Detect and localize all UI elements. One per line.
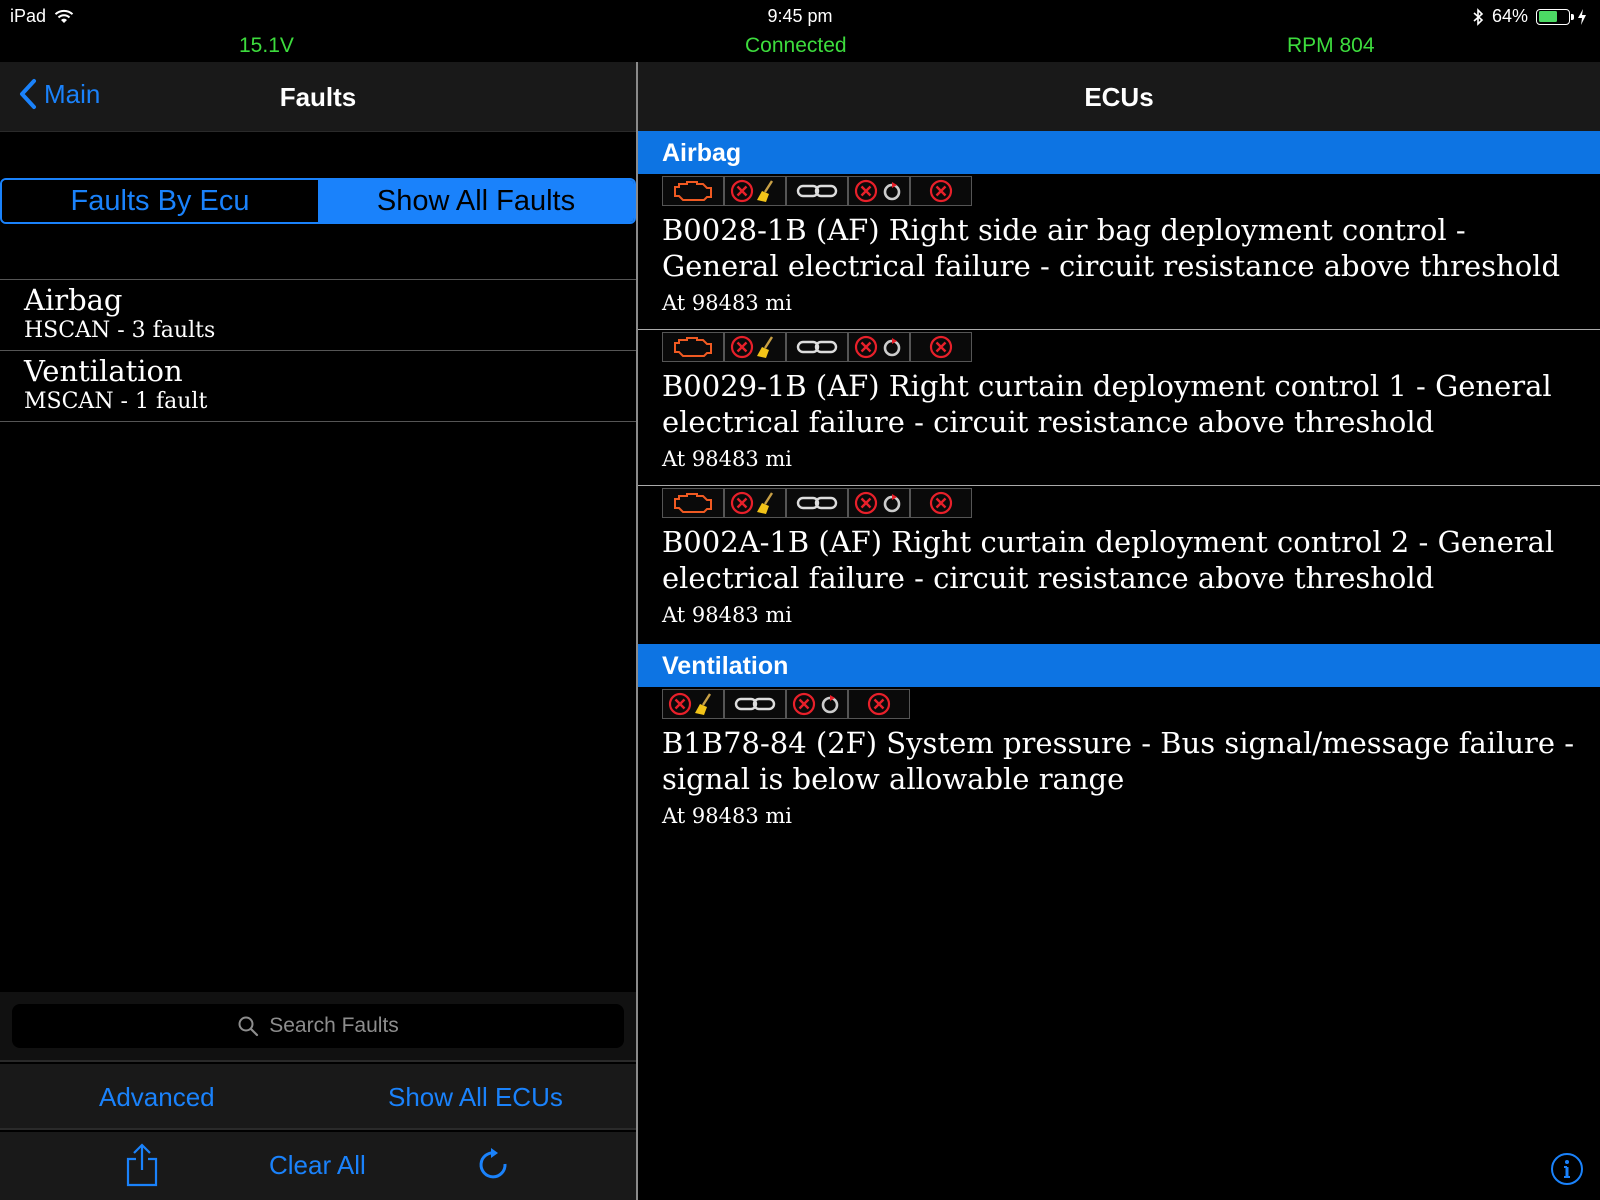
battery-percent: 64% [1491,6,1528,26]
clear-fault-icon [662,689,724,719]
detail-title: ECUs [1084,82,1154,112]
clock: 9:45 pm [767,6,833,26]
right-navbar: ECUs [638,62,1600,132]
ecu-detail: MSCAN - 1 fault [24,389,208,414]
fault-mileage: At 98483 mi [662,603,793,627]
fault-row[interactable]: B0028-1B (AF) Right side air bag deploym… [638,174,1600,330]
fault-description: B0028-1B (AF) Right side air bag deploym… [662,213,1561,283]
action-toolbar: Clear All [0,1132,636,1200]
fault-mileage: At 98483 mi [662,447,793,471]
connection-status: Connected [745,34,847,57]
fault-status-icons [662,176,972,206]
ecu-toolbar: Advanced Show All ECUs [0,1064,636,1130]
refresh-icon[interactable] [477,1146,511,1184]
engine-icon [662,176,724,206]
fault-row[interactable]: B002A-1B (AF) Right curtain deployment c… [638,486,1600,644]
advanced-button[interactable]: Advanced [99,1082,215,1113]
fault-mileage: At 98483 mi [662,804,793,828]
fault-timer-icon [848,332,910,362]
left-navbar: Main Faults [0,62,636,132]
segment-show-all-faults[interactable]: Show All Faults [318,180,634,222]
fault-row[interactable]: B0029-1B (AF) Right curtain deployment c… [638,330,1600,486]
fault-timer-icon [786,689,848,719]
show-all-ecus-button[interactable]: Show All ECUs [388,1082,563,1113]
fault-mileage: At 98483 mi [662,291,793,315]
ecu-detail: HSCAN - 3 faults [24,318,216,343]
battery-icon [1536,8,1574,25]
search-bar: Search Faults [0,992,636,1062]
ecu-list-item-airbag[interactable]: Airbag HSCAN - 3 faults [0,280,636,351]
search-placeholder: Search Faults [269,1014,399,1037]
fault-description: B0029-1B (AF) Right curtain deployment c… [662,369,1552,439]
search-icon [238,1016,259,1037]
chain-link-icon [786,488,848,518]
section-header-ventilation: Ventilation [638,644,1600,687]
bluetooth-icon [1473,7,1484,26]
fault-status-icons [662,689,910,719]
ecu-name: Airbag [24,283,123,317]
fault-error-icon [848,689,910,719]
clear-fault-icon [724,332,786,362]
fault-status-icons [662,488,972,518]
fault-timer-icon [848,176,910,206]
info-icon[interactable] [1550,1152,1584,1186]
ecu-name: Ventilation [24,354,183,388]
clear-all-button[interactable]: Clear All [269,1150,366,1181]
segment-faults-by-ecu[interactable]: Faults By Ecu [2,180,318,222]
chain-link-icon [786,332,848,362]
engine-icon [662,332,724,362]
search-input[interactable]: Search Faults [12,1004,624,1048]
faults-master-pane: Main Faults Faults By Ecu Show All Fault… [0,62,636,1200]
clear-fault-icon [724,176,786,206]
fault-status-icons [662,332,972,362]
fault-description: B1B78-84 (2F) System pressure - Bus sign… [662,726,1575,796]
fault-description: B002A-1B (AF) Right curtain deployment c… [662,525,1555,595]
fault-view-segmented-control: Faults By Ecu Show All Faults [0,178,636,224]
fault-error-icon [910,332,972,362]
chain-link-icon [724,689,786,719]
share-icon[interactable] [125,1142,159,1188]
fault-timer-icon [848,488,910,518]
section-header-airbag: Airbag [638,131,1600,174]
clear-fault-icon [724,488,786,518]
telemetry-bar: 15.1V Connected RPM 804 [0,32,1600,62]
page-title: Faults [279,82,357,112]
ecu-list: Airbag HSCAN - 3 faults Ventilation MSCA… [0,279,636,422]
rpm-readout: RPM 804 [1287,34,1375,57]
ecus-detail-pane: ECUs Airbag B0028-1B (AF) Right side air… [638,62,1600,1200]
ecu-list-item-ventilation[interactable]: Ventilation MSCAN - 1 fault [0,351,636,422]
fault-error-icon [910,176,972,206]
fault-row[interactable]: B1B78-84 (2F) System pressure - Bus sign… [638,687,1600,847]
status-bar: iPad 9:45 pm 64% [0,0,1600,32]
engine-icon [662,488,724,518]
fault-error-icon [910,488,972,518]
chain-link-icon [786,176,848,206]
voltage-readout: 15.1V [239,34,294,57]
charging-bolt-icon [1578,8,1586,25]
